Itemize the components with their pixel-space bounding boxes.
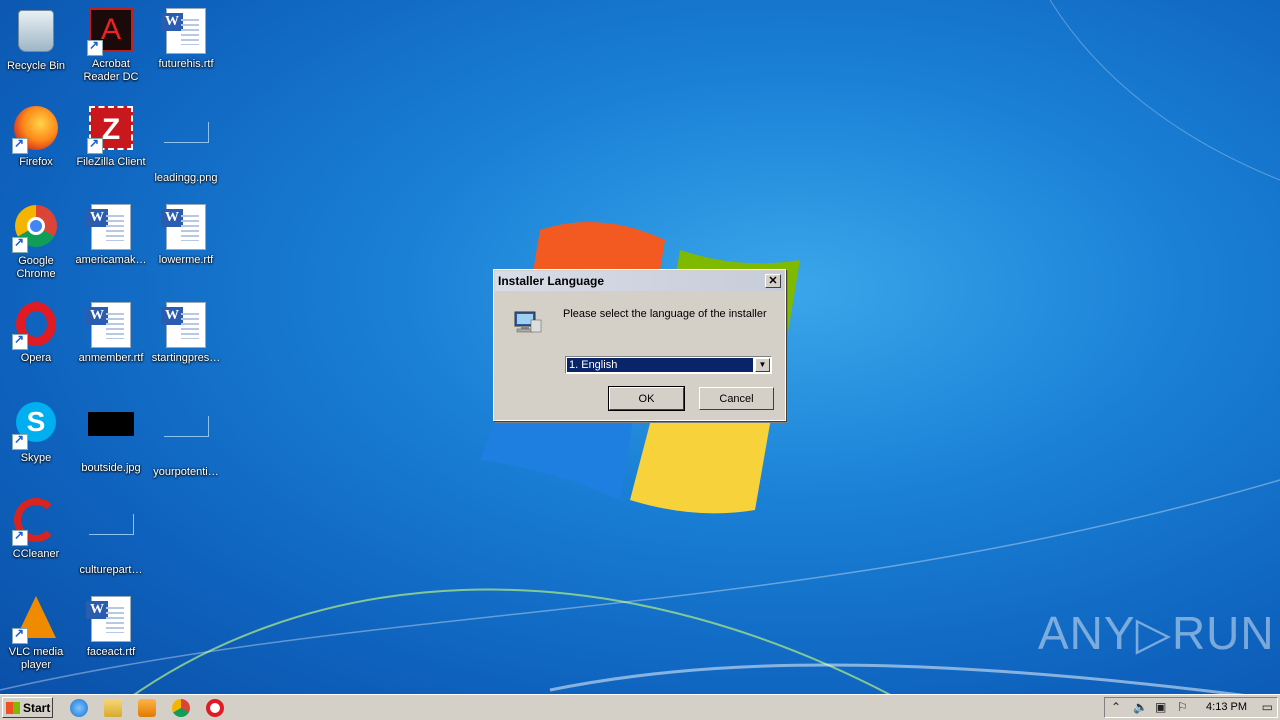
dialog-message: Please select the language of the instal… [563,308,767,320]
start-label: Start [23,700,51,715]
internet-explorer-icon[interactable] [70,699,88,717]
desktop-icon-faceact[interactable]: W faceact.rtf [75,594,147,659]
shortcut-arrow-icon [12,332,28,350]
desktop-icon-chrome[interactable]: Google Chrome [0,202,72,281]
desktop-icon-acrobat[interactable]: A Acrobat Reader DC [75,6,147,84]
word-doc-icon: W [161,204,206,250]
dialog-title: Installer Language [498,274,605,288]
desktop-icon-culturepart[interactable]: culturepart… [75,496,147,577]
media-player-icon[interactable] [138,699,156,717]
ok-button[interactable]: OK [608,386,685,411]
desktop-icon-skype[interactable]: S Skype [0,398,72,465]
word-doc-icon: W [161,302,206,348]
desktop-icon-anmember[interactable]: W anmember.rtf [75,300,147,365]
chevron-down-icon[interactable]: ▼ [755,358,770,372]
shortcut-arrow-icon [87,38,103,56]
windows-flag-icon [6,701,20,714]
image-icon [163,122,209,143]
desktop-icon-label: Firefox [19,156,53,168]
desktop-icon-lowerme[interactable]: W lowerme.rtf [150,202,222,267]
desktop-icon-firefox[interactable]: Firefox [0,104,72,169]
anyrun-watermark: ANY▷RUN [1038,607,1275,659]
desktop-icon-label: lowerme.rtf [158,254,214,266]
language-select[interactable]: 1. English ▼ [565,356,772,374]
shortcut-arrow-icon [12,432,28,450]
action-center-flag-icon[interactable]: ⚐ [1177,700,1188,714]
shortcut-arrow-icon [12,626,28,644]
show-desktop-icon[interactable]: ▭ [1262,700,1273,714]
image-icon [163,416,209,437]
desktop-icon-filezilla[interactable]: Z FileZilla Client [75,104,147,169]
desktop-icon-label: FileZilla Client [76,156,146,168]
installer-language-dialog: Installer Language ✕ Please select the l… [493,269,786,421]
desktop-icon-recycle-bin[interactable]: Recycle Bin [0,6,72,73]
shortcut-arrow-icon [12,528,28,546]
desktop-icon-label: Google Chrome [16,255,56,280]
volume-icon[interactable]: 🔈 [1133,700,1148,714]
image-icon [88,412,134,436]
desktop-icon-label: anmember.rtf [78,352,144,364]
chrome-icon[interactable] [172,699,190,717]
desktop-icon-futurehis[interactable]: W futurehis.rtf [150,6,222,71]
desktop-icon-label: culturepart… [79,564,143,576]
desktop-icon-startingpres[interactable]: W startingpres… [150,300,222,365]
desktop-icon-label: yourpotenti… [153,466,219,478]
shortcut-arrow-icon [12,136,28,154]
clock[interactable]: 4:13 PM [1206,701,1247,713]
word-doc-icon: W [161,8,206,54]
desktop-icon-yourpotenti[interactable]: yourpotenti… [150,398,222,479]
word-doc-icon: W [86,596,131,642]
recycle-bin-icon [18,10,54,52]
desktop-icon-label: Skype [20,452,52,464]
desktop-icon-label: futurehis.rtf [158,58,214,70]
desktop-icon-label: startingpres… [151,352,221,364]
desktop-icon-vlc[interactable]: VLC media player [0,594,72,672]
desktop-icon-ccleaner[interactable]: CCleaner [0,496,72,561]
desktop-icon-label: faceact.rtf [86,646,136,658]
desktop-icon-label: Recycle Bin [6,60,66,72]
opera-icon[interactable] [206,699,224,717]
desktop-icon-label: leadingg.png [154,172,218,184]
desktop-icon-label: Acrobat Reader DC [83,58,139,83]
show-hidden-icons-icon[interactable]: ⌃ [1111,700,1121,714]
image-icon [88,514,134,535]
desktop-icon-label: Opera [20,352,52,364]
network-icon[interactable]: ▣ [1155,700,1166,714]
explorer-icon[interactable] [104,699,122,717]
system-tray: ⌃ 🔈 ▣ ⚐ 4:13 PM ▭ [1104,697,1278,718]
shortcut-arrow-icon [12,235,28,253]
desktop-icon-label: boutside.jpg [81,462,141,474]
desktop-icon-label: americamak… [75,254,147,266]
word-doc-icon: W [86,204,131,250]
desktop-icon-boutside[interactable]: boutside.jpg [75,398,147,475]
language-select-value: 1. English [567,358,753,372]
desktop-icon-americamak[interactable]: W americamak… [75,202,147,267]
close-button[interactable]: ✕ [765,274,781,288]
taskbar: Start ⌃ 🔈 ▣ ⚐ 4:13 PM ▭ [0,694,1280,720]
cancel-button[interactable]: Cancel [699,387,774,410]
dialog-titlebar[interactable]: Installer Language ✕ [495,271,784,291]
start-button[interactable]: Start [2,697,53,718]
desktop-icon-label: VLC media player [8,646,64,671]
shortcut-arrow-icon [87,136,103,154]
word-doc-icon: W [86,302,131,348]
desktop-icon-opera[interactable]: Opera [0,300,72,365]
installer-computer-icon [514,311,542,333]
desktop-icon-leadingg[interactable]: leadingg.png [150,104,222,185]
desktop-icon-label: CCleaner [12,548,60,560]
